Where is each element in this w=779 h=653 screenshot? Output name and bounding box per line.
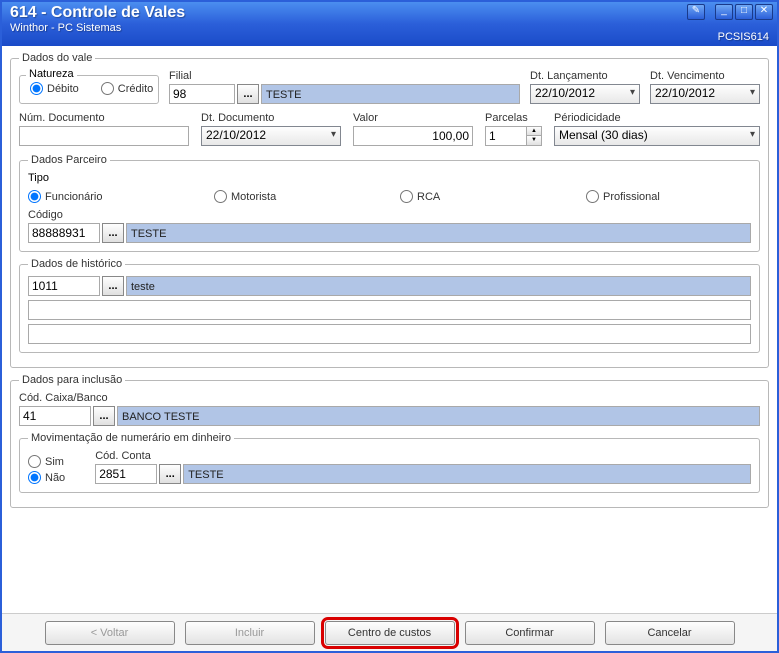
- filial-browse-button[interactable]: ...: [237, 84, 259, 104]
- parceiro-group: Dados Parceiro Tipo Funcionário Motorist…: [19, 154, 760, 252]
- historico-input[interactable]: [28, 276, 100, 296]
- caixa-display: BANCO TESTE: [117, 406, 760, 426]
- filial-display: TESTE: [261, 84, 520, 104]
- minimize-button[interactable]: _: [715, 4, 733, 20]
- caixa-browse-button[interactable]: ...: [93, 406, 115, 426]
- conta-label: Cód. Conta: [95, 450, 751, 462]
- footer-bar: < Voltar Incluir Centro de custos Confir…: [2, 613, 777, 651]
- radio-nao[interactable]: Não: [28, 471, 65, 484]
- historico-extra-1[interactable]: [28, 300, 751, 320]
- mov-legend: Movimentação de numerário em dinheiro: [28, 432, 234, 444]
- natureza-legend: Natureza: [26, 68, 77, 80]
- dt-venc-label: Dt. Vencimento: [650, 70, 760, 82]
- incluir-button: Incluir: [185, 621, 315, 645]
- filial-input[interactable]: [169, 84, 235, 104]
- voltar-button: < Voltar: [45, 621, 175, 645]
- radio-profissional[interactable]: Profissional: [586, 190, 660, 203]
- radio-funcionario[interactable]: Funcionário: [28, 190, 188, 203]
- periodo-label: Périodicidade: [554, 112, 760, 124]
- parcelas-down[interactable]: ▼: [527, 136, 541, 145]
- radio-motorista[interactable]: Motorista: [214, 190, 374, 203]
- window-title: 614 - Controle de Vales: [10, 4, 769, 22]
- parceiro-legend: Dados Parceiro: [28, 154, 110, 166]
- dtdoc-combo[interactable]: 22/10/2012: [201, 126, 341, 146]
- dados-vale-legend: Dados do vale: [19, 52, 95, 64]
- valor-input[interactable]: [353, 126, 473, 146]
- close-button[interactable]: ✕: [755, 4, 773, 20]
- parcelas-label: Parcelas: [485, 112, 542, 124]
- parcelas-input[interactable]: [485, 126, 527, 146]
- dt-lanc-combo[interactable]: 22/10/2012: [530, 84, 640, 104]
- inclusao-legend: Dados para inclusão: [19, 374, 125, 386]
- tipo-legend: Tipo: [28, 172, 49, 184]
- conta-display: TESTE: [183, 464, 751, 484]
- periodo-combo[interactable]: Mensal (30 dias): [554, 126, 760, 146]
- radio-debito[interactable]: Débito: [30, 82, 79, 95]
- window-code: PCSIS614: [718, 31, 769, 43]
- numdoc-input[interactable]: [19, 126, 189, 146]
- historico-browse-button[interactable]: ...: [102, 276, 124, 296]
- cancelar-button[interactable]: Cancelar: [605, 621, 735, 645]
- codigo-input[interactable]: [28, 223, 100, 243]
- caixa-label: Cód. Caixa/Banco: [19, 392, 760, 404]
- radio-rca[interactable]: RCA: [400, 190, 560, 203]
- maximize-button[interactable]: □: [735, 4, 753, 20]
- radio-sim[interactable]: Sim: [28, 455, 65, 468]
- codigo-display: TESTE: [126, 223, 751, 243]
- confirmar-button[interactable]: Confirmar: [465, 621, 595, 645]
- radio-credito[interactable]: Crédito: [101, 82, 153, 95]
- codigo-label: Código: [28, 209, 751, 221]
- valor-label: Valor: [353, 112, 473, 124]
- historico-legend: Dados de histórico: [28, 258, 125, 270]
- historico-extra-2[interactable]: [28, 324, 751, 344]
- parcelas-up[interactable]: ▲: [527, 127, 541, 136]
- codigo-browse-button[interactable]: ...: [102, 223, 124, 243]
- conta-browse-button[interactable]: ...: [159, 464, 181, 484]
- title-bar: 614 - Controle de Vales Winthor - PC Sis…: [2, 2, 777, 46]
- inclusao-group: Dados para inclusão Cód. Caixa/Banco ...…: [10, 374, 769, 508]
- dt-venc-combo[interactable]: 22/10/2012: [650, 84, 760, 104]
- numdoc-label: Núm. Documento: [19, 112, 189, 124]
- edit-icon[interactable]: ✎: [687, 4, 705, 20]
- conta-input[interactable]: [95, 464, 157, 484]
- window-subtitle: Winthor - PC Sistemas: [10, 22, 769, 34]
- historico-group: Dados de histórico ... teste: [19, 258, 760, 353]
- centro-custos-button[interactable]: Centro de custos: [325, 621, 455, 645]
- filial-label: Filial: [169, 70, 520, 82]
- dt-lanc-label: Dt. Lançamento: [530, 70, 640, 82]
- mov-group: Movimentação de numerário em dinheiro Si…: [19, 432, 760, 493]
- dtdoc-label: Dt. Documento: [201, 112, 341, 124]
- caixa-input[interactable]: [19, 406, 91, 426]
- dados-vale-group: Dados do vale Natureza Débito Crédito Fi…: [10, 52, 769, 368]
- historico-display: teste: [126, 276, 751, 296]
